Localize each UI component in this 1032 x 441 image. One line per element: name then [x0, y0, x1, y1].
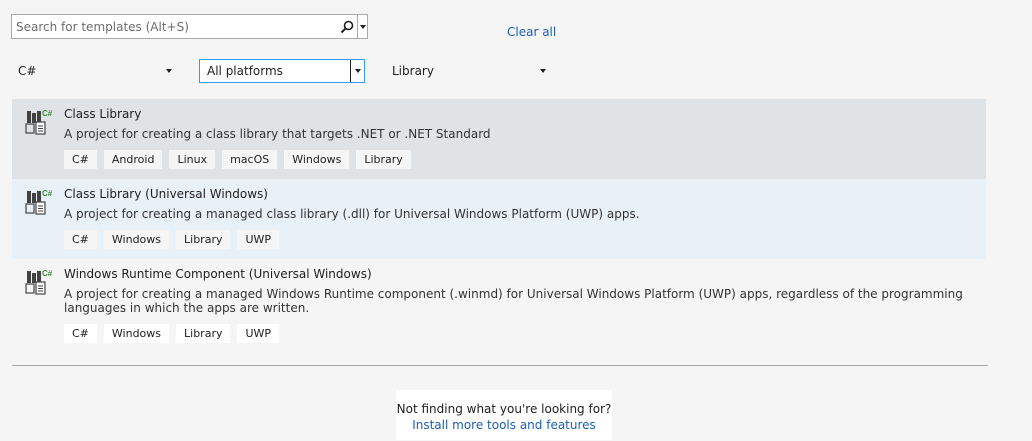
language-filter-dropdown[interactable]: C#	[11, 59, 178, 83]
template-tag: Library	[176, 324, 231, 343]
platform-dropdown-button[interactable]	[350, 60, 364, 82]
template-tag: Windows	[103, 230, 170, 249]
template-tag: UWP	[237, 230, 280, 249]
csharp-class-library-icon: C#	[24, 108, 54, 138]
template-tag: Windows	[284, 150, 350, 169]
svg-text:C#: C#	[42, 269, 53, 278]
clear-all-link[interactable]: Clear all	[507, 25, 556, 39]
language-filter-value: C#	[18, 64, 37, 78]
template-item[interactable]: C# Class Library A project for creating a …	[12, 99, 986, 179]
template-tag: Library	[356, 150, 411, 169]
chevron-down-icon	[540, 69, 546, 73]
project-type-filter-value: Library	[392, 64, 434, 78]
template-tag: Linux	[169, 150, 216, 169]
template-description: A project for creating a class library t…	[64, 127, 491, 141]
template-title: Class Library (Universal Windows)	[64, 187, 268, 201]
template-list: C# Class Library A project for creating a …	[12, 99, 986, 353]
template-tags: C# Windows Library UWP	[64, 230, 976, 249]
chevron-down-icon	[166, 69, 172, 73]
template-tag: UWP	[237, 324, 280, 343]
template-tag: Library	[176, 230, 231, 249]
template-item[interactable]: C# Class Library (Universal Windows) A pro…	[12, 179, 986, 259]
not-finding-panel: Not finding what you're looking for? Ins…	[396, 390, 612, 440]
svg-text:C#: C#	[42, 189, 53, 198]
template-tag: C#	[64, 150, 97, 169]
template-tag: C#	[64, 324, 97, 343]
search-dropdown-button[interactable]	[357, 15, 367, 38]
template-item[interactable]: C# Windows Runtime Component (Universal W…	[12, 259, 986, 353]
template-title: Windows Runtime Component (Universal Win…	[64, 267, 372, 281]
template-tags: C# Android Linux macOS Windows Library	[64, 150, 976, 169]
platform-filter-dropdown[interactable]: All platforms	[199, 59, 365, 83]
not-finding-text: Not finding what you're looking for?	[396, 402, 612, 416]
template-tag: Android	[103, 150, 163, 169]
template-tag: Windows	[103, 324, 170, 343]
project-type-filter-dropdown[interactable]: Library	[385, 59, 552, 83]
search-input[interactable]	[12, 15, 337, 38]
search-icon[interactable]	[337, 15, 357, 38]
platform-filter-value: All platforms	[207, 64, 283, 78]
install-more-tools-link[interactable]: Install more tools and features	[396, 417, 612, 433]
template-tags: C# Windows Library UWP	[64, 324, 976, 343]
chevron-down-icon	[354, 69, 361, 73]
chevron-down-icon	[359, 24, 366, 29]
csharp-class-library-icon: C#	[24, 268, 54, 298]
search-box[interactable]	[11, 14, 368, 39]
divider	[12, 365, 988, 366]
svg-text:C#: C#	[42, 109, 53, 118]
template-tag: C#	[64, 230, 97, 249]
template-title: Class Library	[64, 107, 142, 121]
template-tag: macOS	[222, 150, 278, 169]
template-description: A project for creating a managed class l…	[64, 207, 640, 221]
template-description: A project for creating a managed Windows…	[64, 287, 963, 315]
csharp-class-library-icon: C#	[24, 188, 54, 218]
